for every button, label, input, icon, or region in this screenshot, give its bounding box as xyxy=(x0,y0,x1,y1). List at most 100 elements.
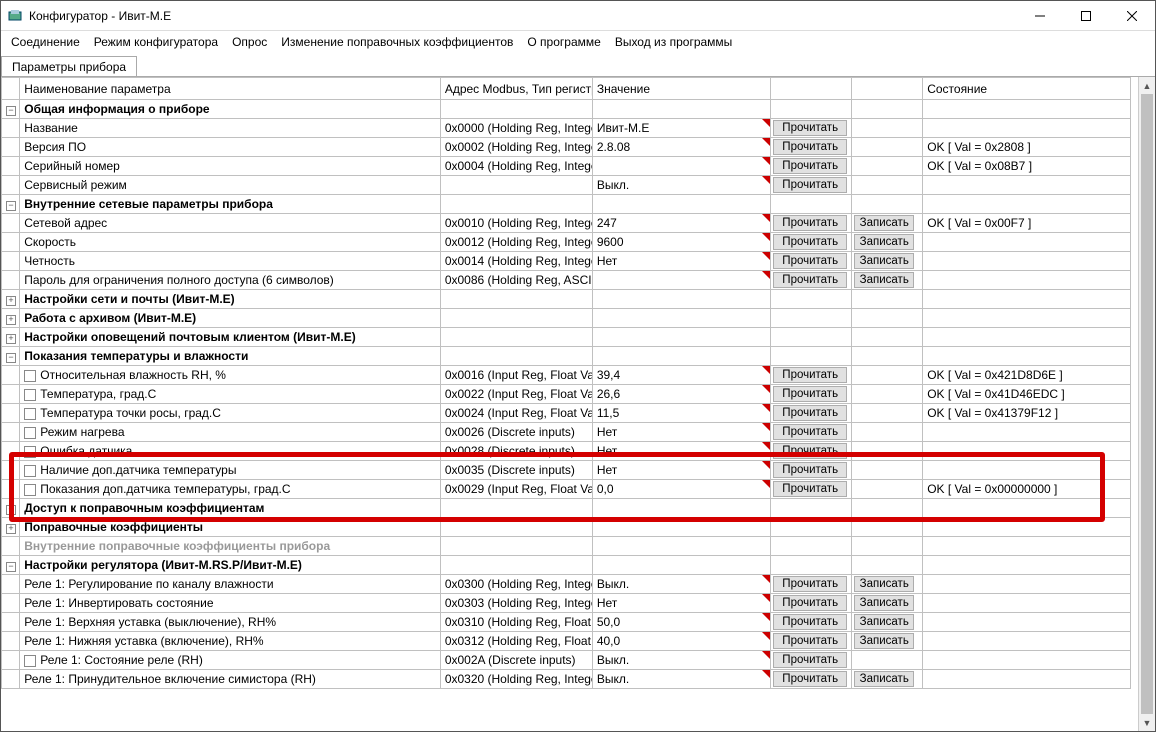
group-net-mail[interactable]: + Настройки сети и почты (Ивит-М.E) xyxy=(2,290,1131,309)
scroll-up-icon[interactable]: ▲ xyxy=(1139,77,1155,94)
read-button[interactable]: Прочитать xyxy=(773,177,847,193)
checkbox[interactable] xyxy=(24,484,36,496)
maximize-button[interactable] xyxy=(1063,1,1109,31)
table-row[interactable]: Четность 0x0014 (Holding Reg, Integer Va… xyxy=(2,252,1131,271)
group-correction-coef[interactable]: + Поправочные коэффициенты xyxy=(2,518,1131,537)
read-button[interactable]: Прочитать xyxy=(773,120,847,136)
write-button[interactable]: Записать xyxy=(854,614,914,630)
checkbox[interactable] xyxy=(24,389,36,401)
collapse-icon[interactable]: − xyxy=(6,106,16,116)
table-row[interactable]: Скорость 0x0012 (Holding Reg, Integer Va… xyxy=(2,233,1131,252)
tab-device-params[interactable]: Параметры прибора xyxy=(1,56,137,77)
read-button[interactable]: Прочитать xyxy=(773,462,847,478)
read-button[interactable]: Прочитать xyxy=(773,367,847,383)
table-row[interactable]: Реле 1: Нижняя уставка (включение), RH% … xyxy=(2,632,1131,651)
scroll-thumb[interactable] xyxy=(1141,94,1153,714)
checkbox[interactable] xyxy=(24,427,36,439)
collapse-icon[interactable]: − xyxy=(6,353,16,363)
write-button[interactable]: Записать xyxy=(854,234,914,250)
write-button[interactable]: Записать xyxy=(854,215,914,231)
write-button[interactable]: Записать xyxy=(854,633,914,649)
group-network[interactable]: − Внутренние сетевые параметры прибора xyxy=(2,195,1131,214)
menu-correction[interactable]: Изменение поправочных коэффициентов xyxy=(281,35,513,49)
checkbox[interactable] xyxy=(24,370,36,382)
read-button[interactable]: Прочитать xyxy=(773,595,847,611)
read-button[interactable]: Прочитать xyxy=(773,272,847,288)
write-button[interactable]: Записать xyxy=(854,253,914,269)
vertical-scrollbar[interactable]: ▲ ▼ xyxy=(1138,77,1155,731)
table-row[interactable]: Пароль для ограничения полного доступа (… xyxy=(2,271,1131,290)
group-archive[interactable]: + Работа с архивом (Ивит-М.E) xyxy=(2,309,1131,328)
collapse-icon[interactable]: − xyxy=(6,201,16,211)
hdr-btn1[interactable] xyxy=(771,78,852,100)
modified-icon xyxy=(762,157,770,165)
expand-icon[interactable]: + xyxy=(6,315,16,325)
write-button[interactable]: Записать xyxy=(854,272,914,288)
table-row[interactable]: Название 0x0000 (Holding Reg, Integer Va… xyxy=(2,119,1131,138)
read-button[interactable]: Прочитать xyxy=(773,139,847,155)
tabbar: Параметры прибора xyxy=(1,55,1155,76)
checkbox[interactable] xyxy=(24,446,36,458)
checkbox[interactable] xyxy=(24,408,36,420)
read-button[interactable]: Прочитать xyxy=(773,671,847,687)
group-correction-access[interactable]: + Доступ к поправочным коэффициентам xyxy=(2,499,1131,518)
table-row[interactable]: Реле 1: Регулирование по каналу влажност… xyxy=(2,575,1131,594)
menu-connection[interactable]: Соединение xyxy=(11,35,80,49)
hdr-btn2[interactable] xyxy=(852,78,923,100)
read-button[interactable]: Прочитать xyxy=(773,652,847,668)
table-row[interactable]: Температура точки росы, град.C 0x0024 (I… xyxy=(2,404,1131,423)
menu-poll[interactable]: Опрос xyxy=(232,35,267,49)
group-regulator[interactable]: − Настройки регулятора (Ивит-М.RS.P/Ивит… xyxy=(2,556,1131,575)
read-button[interactable]: Прочитать xyxy=(773,481,847,497)
hdr-addr[interactable]: Адрес Modbus, Тип регистра xyxy=(440,78,592,100)
expand-icon[interactable]: + xyxy=(6,524,16,534)
write-button[interactable]: Записать xyxy=(854,576,914,592)
group-mail-notify[interactable]: + Настройки оповещений почтовым клиентом… xyxy=(2,328,1131,347)
checkbox[interactable] xyxy=(24,465,36,477)
read-button[interactable]: Прочитать xyxy=(773,386,847,402)
hdr-state[interactable]: Состояние xyxy=(923,78,1131,100)
read-button[interactable]: Прочитать xyxy=(773,614,847,630)
hdr-name[interactable]: Наименование параметра xyxy=(20,78,441,100)
menu-exit[interactable]: Выход из программы xyxy=(615,35,732,49)
read-button[interactable]: Прочитать xyxy=(773,633,847,649)
read-button[interactable]: Прочитать xyxy=(773,253,847,269)
collapse-icon[interactable]: − xyxy=(6,562,16,572)
close-button[interactable] xyxy=(1109,1,1155,31)
table-row[interactable]: Режим нагрева 0x0026 (Discrete inputs) Н… xyxy=(2,423,1131,442)
expand-icon[interactable]: + xyxy=(6,334,16,344)
expand-icon[interactable]: + xyxy=(6,505,16,515)
table-row[interactable]: Версия ПО 0x0002 (Holding Reg, Integer V… xyxy=(2,138,1131,157)
write-button[interactable]: Записать xyxy=(854,671,914,687)
checkbox[interactable] xyxy=(24,655,36,667)
table-row[interactable]: Ошибка датчика 0x0028 (Discrete inputs) … xyxy=(2,442,1131,461)
table-row[interactable]: Реле 1: Принудительное включение симисто… xyxy=(2,670,1131,689)
expand-icon[interactable]: + xyxy=(6,296,16,306)
hdr-val[interactable]: Значение xyxy=(592,78,770,100)
table-row[interactable]: Серийный номер 0x0004 (Holding Reg, Inte… xyxy=(2,157,1131,176)
table-row[interactable]: Реле 1: Верхняя уставка (выключение), RH… xyxy=(2,613,1131,632)
write-button[interactable]: Записать xyxy=(854,595,914,611)
table-row[interactable]: Сервисный режим Выкл. Прочитать xyxy=(2,176,1131,195)
app-icon xyxy=(7,8,23,24)
table-row[interactable]: Наличие доп.датчика температуры 0x0035 (… xyxy=(2,461,1131,480)
table-row[interactable]: Относительная влажность RH, % 0x0016 (In… xyxy=(2,366,1131,385)
table-row[interactable]: Температура, град.C 0x0022 (Input Reg, F… xyxy=(2,385,1131,404)
scroll-down-icon[interactable]: ▼ xyxy=(1139,714,1155,731)
read-button[interactable]: Прочитать xyxy=(773,405,847,421)
table-row[interactable]: Показания доп.датчика температуры, град.… xyxy=(2,480,1131,499)
menu-about[interactable]: О программе xyxy=(527,35,600,49)
table-row[interactable]: Реле 1: Инвертировать состояние 0x0303 (… xyxy=(2,594,1131,613)
read-button[interactable]: Прочитать xyxy=(773,443,847,459)
read-button[interactable]: Прочитать xyxy=(773,576,847,592)
table-row[interactable]: Реле 1: Состояние реле (RH) 0x002A (Disc… xyxy=(2,651,1131,670)
read-button[interactable]: Прочитать xyxy=(773,424,847,440)
read-button[interactable]: Прочитать xyxy=(773,234,847,250)
minimize-button[interactable] xyxy=(1017,1,1063,31)
read-button[interactable]: Прочитать xyxy=(773,158,847,174)
table-row[interactable]: Сетевой адрес 0x0010 (Holding Reg, Integ… xyxy=(2,214,1131,233)
group-readings[interactable]: − Показания температуры и влажности xyxy=(2,347,1131,366)
menu-config-mode[interactable]: Режим конфигуратора xyxy=(94,35,218,49)
read-button[interactable]: Прочитать xyxy=(773,215,847,231)
group-general[interactable]: − Общая информация о приборе xyxy=(2,100,1131,119)
